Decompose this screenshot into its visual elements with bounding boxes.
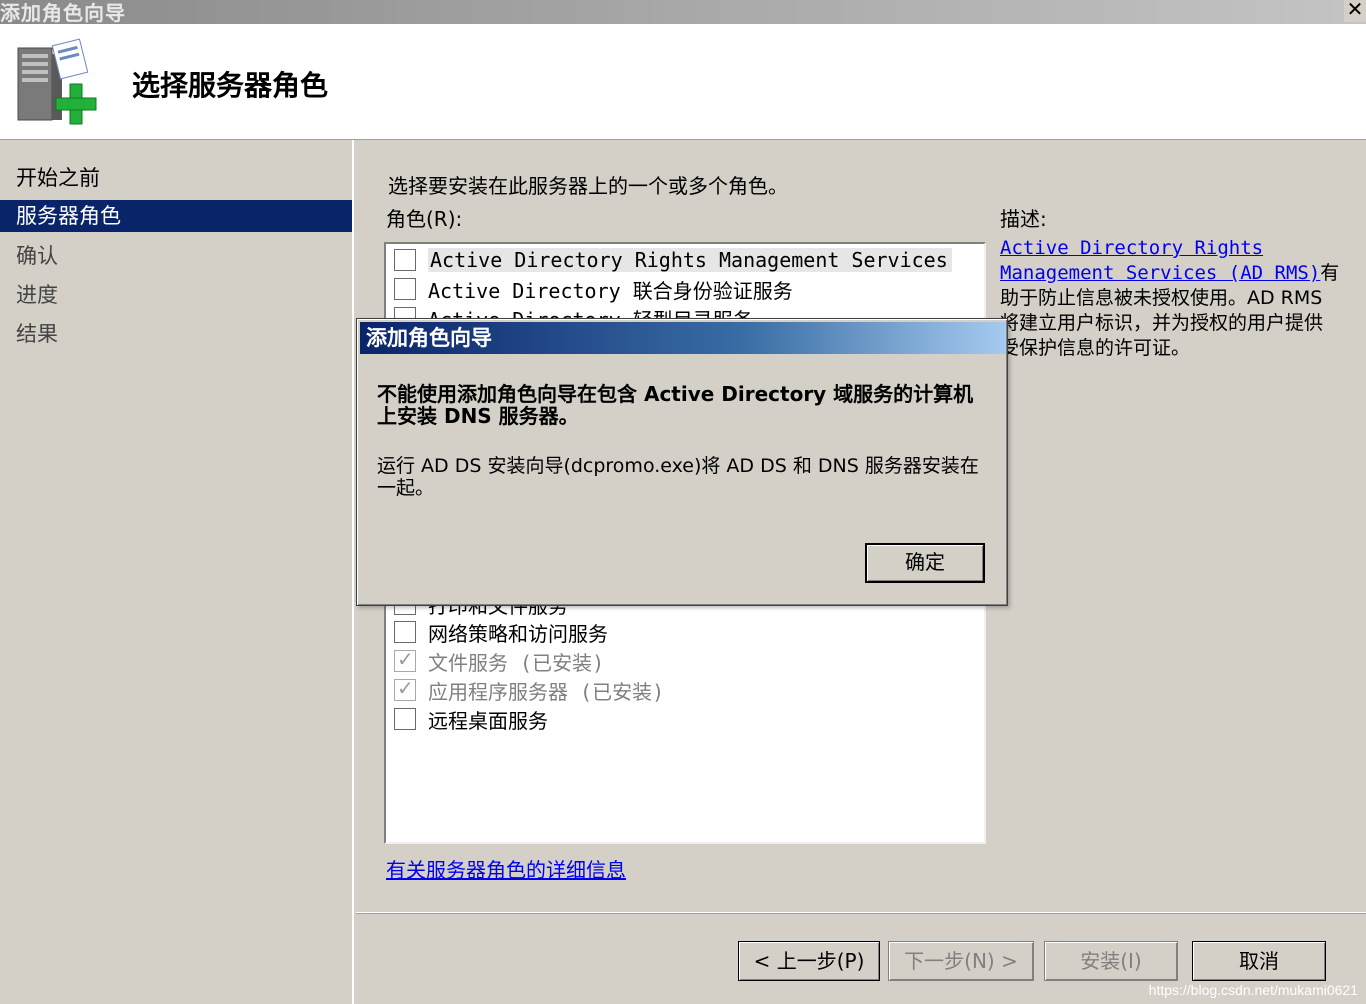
role-item: ✓ 应用程序服务器 (已安装) <box>394 676 664 704</box>
page-title: 选择服务器角色 <box>132 69 329 102</box>
window-title: 添加角色向导 <box>0 1 126 25</box>
role-label: Active Directory 联合身份验证服务 <box>428 278 793 303</box>
role-checkbox[interactable] <box>394 249 416 271</box>
wizard-steps-nav: 开始之前 服务器角色 确认 进度 结果 <box>0 140 354 1004</box>
watermark: https://blog.csdn.net/mukami0621 <box>1148 982 1358 998</box>
role-description: Active Directory Rights Management Servi… <box>1000 236 1340 361</box>
window-titlebar[interactable]: 添加角色向导 ✕ <box>0 0 1366 25</box>
dialog-main-message: 不能使用添加角色向导在包含 Active Directory 域服务的计算机上安… <box>377 382 974 428</box>
role-label: 应用程序服务器 (已安装) <box>428 679 665 704</box>
role-item[interactable]: Active Directory Rights Management Servi… <box>394 246 952 274</box>
back-button[interactable]: < 上一步(P) <box>738 941 880 981</box>
dialog-title[interactable]: 添加角色向导 <box>360 322 1006 354</box>
wizard-header: 选择服务器角色 <box>0 24 1366 140</box>
ok-button[interactable]: 确定 <box>865 543 985 583</box>
role-checkbox[interactable] <box>394 708 416 730</box>
role-checkbox[interactable] <box>394 278 416 300</box>
checkmark-icon: ✓ <box>397 676 414 700</box>
role-label: 文件服务 (已安装) <box>428 650 605 675</box>
nav-step-server-roles[interactable]: 服务器角色 <box>0 200 352 232</box>
role-item[interactable]: Active Directory 联合身份验证服务 <box>394 275 793 303</box>
role-label: Active Directory Rights Management Servi… <box>428 248 952 272</box>
next-button: 下一步(N) > <box>888 941 1034 981</box>
server-add-icon <box>17 38 97 125</box>
close-icon[interactable]: ✕ <box>1344 0 1366 22</box>
role-label: 远程桌面服务 <box>428 708 548 733</box>
dialog-sub-message: 运行 AD DS 安装向导(dcpromo.exe)将 AD DS 和 DNS … <box>377 455 979 499</box>
nav-step-progress: 进度 <box>16 283 58 307</box>
checkmark-icon: ✓ <box>397 647 414 671</box>
roles-label: 角色(R): <box>386 207 463 231</box>
role-checkbox: ✓ <box>394 647 416 672</box>
role-checkbox[interactable] <box>394 621 416 643</box>
role-checkbox: ✓ <box>394 676 416 701</box>
cancel-button[interactable]: 取消 <box>1192 941 1326 981</box>
description-link[interactable]: Active Directory Rights Management Servi… <box>1000 237 1320 284</box>
description-label: 描述: <box>1000 207 1047 231</box>
role-item[interactable]: 远程桌面服务 <box>394 705 548 733</box>
role-label: 网络策略和访问服务 <box>428 621 608 646</box>
nav-step-confirmation: 确认 <box>16 244 58 268</box>
intro-text: 选择要安装在此服务器上的一个或多个角色。 <box>388 174 788 198</box>
nav-step-before-you-begin[interactable]: 开始之前 <box>0 162 352 194</box>
role-item: ✓ 文件服务 (已安装) <box>394 647 604 675</box>
role-item[interactable]: 网络策略和访问服务 <box>394 618 608 646</box>
install-button: 安装(I) <box>1044 941 1178 981</box>
more-info-link[interactable]: 有关服务器角色的详细信息 <box>386 854 626 883</box>
nav-step-results: 结果 <box>16 322 58 346</box>
error-dialog: 添加角色向导 不能使用添加角色向导在包含 Active Directory 域服… <box>356 318 1008 606</box>
